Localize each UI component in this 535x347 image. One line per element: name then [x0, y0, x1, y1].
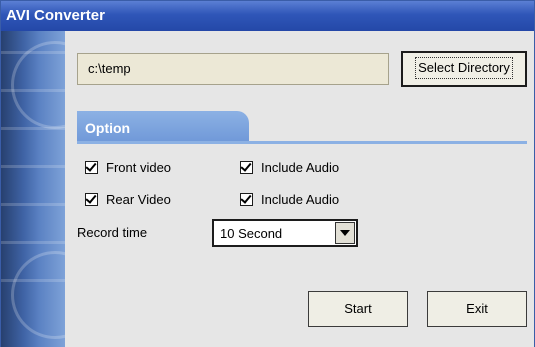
- front-include-audio-label: Include Audio: [261, 159, 340, 175]
- record-time-label: Record time: [77, 225, 148, 240]
- option-divider: [77, 141, 527, 144]
- front-video-checkbox[interactable]: [85, 159, 98, 174]
- sidebar-disc-graphic: [11, 251, 65, 339]
- checkmark-icon: [85, 159, 97, 172]
- front-video-label: Front video: [106, 159, 172, 175]
- sidebar-stripe: [1, 165, 65, 168]
- start-button[interactable]: Start: [308, 291, 408, 327]
- exit-button[interactable]: Exit: [427, 291, 527, 327]
- sidebar-disc-graphic: [11, 41, 65, 129]
- chevron-down-icon: [340, 230, 350, 236]
- option-tab[interactable]: Option: [77, 111, 249, 143]
- rear-video-label: Rear Video: [106, 191, 171, 207]
- checkmark-icon: [240, 159, 252, 172]
- main-panel: c:\temp Select Directory Option Front vi…: [65, 31, 534, 347]
- checkmark-icon: [240, 191, 252, 204]
- record-time-select[interactable]: 10 Second: [212, 219, 358, 247]
- front-video-option: Front video: [85, 158, 171, 176]
- checkmark-icon: [85, 191, 97, 204]
- title-bar: AVI Converter: [1, 1, 534, 31]
- front-audio-option: Include Audio: [240, 158, 339, 176]
- rear-video-option: Rear Video: [85, 190, 171, 208]
- rear-include-audio-checkbox[interactable]: [240, 191, 253, 206]
- front-include-audio-checkbox[interactable]: [240, 159, 253, 174]
- dropdown-arrow-button[interactable]: [335, 222, 355, 244]
- rear-include-audio-label: Include Audio: [261, 191, 340, 207]
- directory-field[interactable]: c:\temp: [77, 53, 389, 85]
- select-directory-label: Select Directory: [415, 57, 513, 79]
- rear-audio-option: Include Audio: [240, 190, 339, 208]
- avi-converter-window: AVI Converter c:\temp Select Directory O…: [0, 0, 535, 347]
- sidebar-decoration: [1, 31, 65, 347]
- sidebar-stripe: [1, 203, 65, 206]
- rear-video-checkbox[interactable]: [85, 191, 98, 206]
- select-directory-button[interactable]: Select Directory: [401, 51, 527, 87]
- sidebar-stripe: [1, 241, 65, 244]
- record-time-value: 10 Second: [220, 225, 283, 241]
